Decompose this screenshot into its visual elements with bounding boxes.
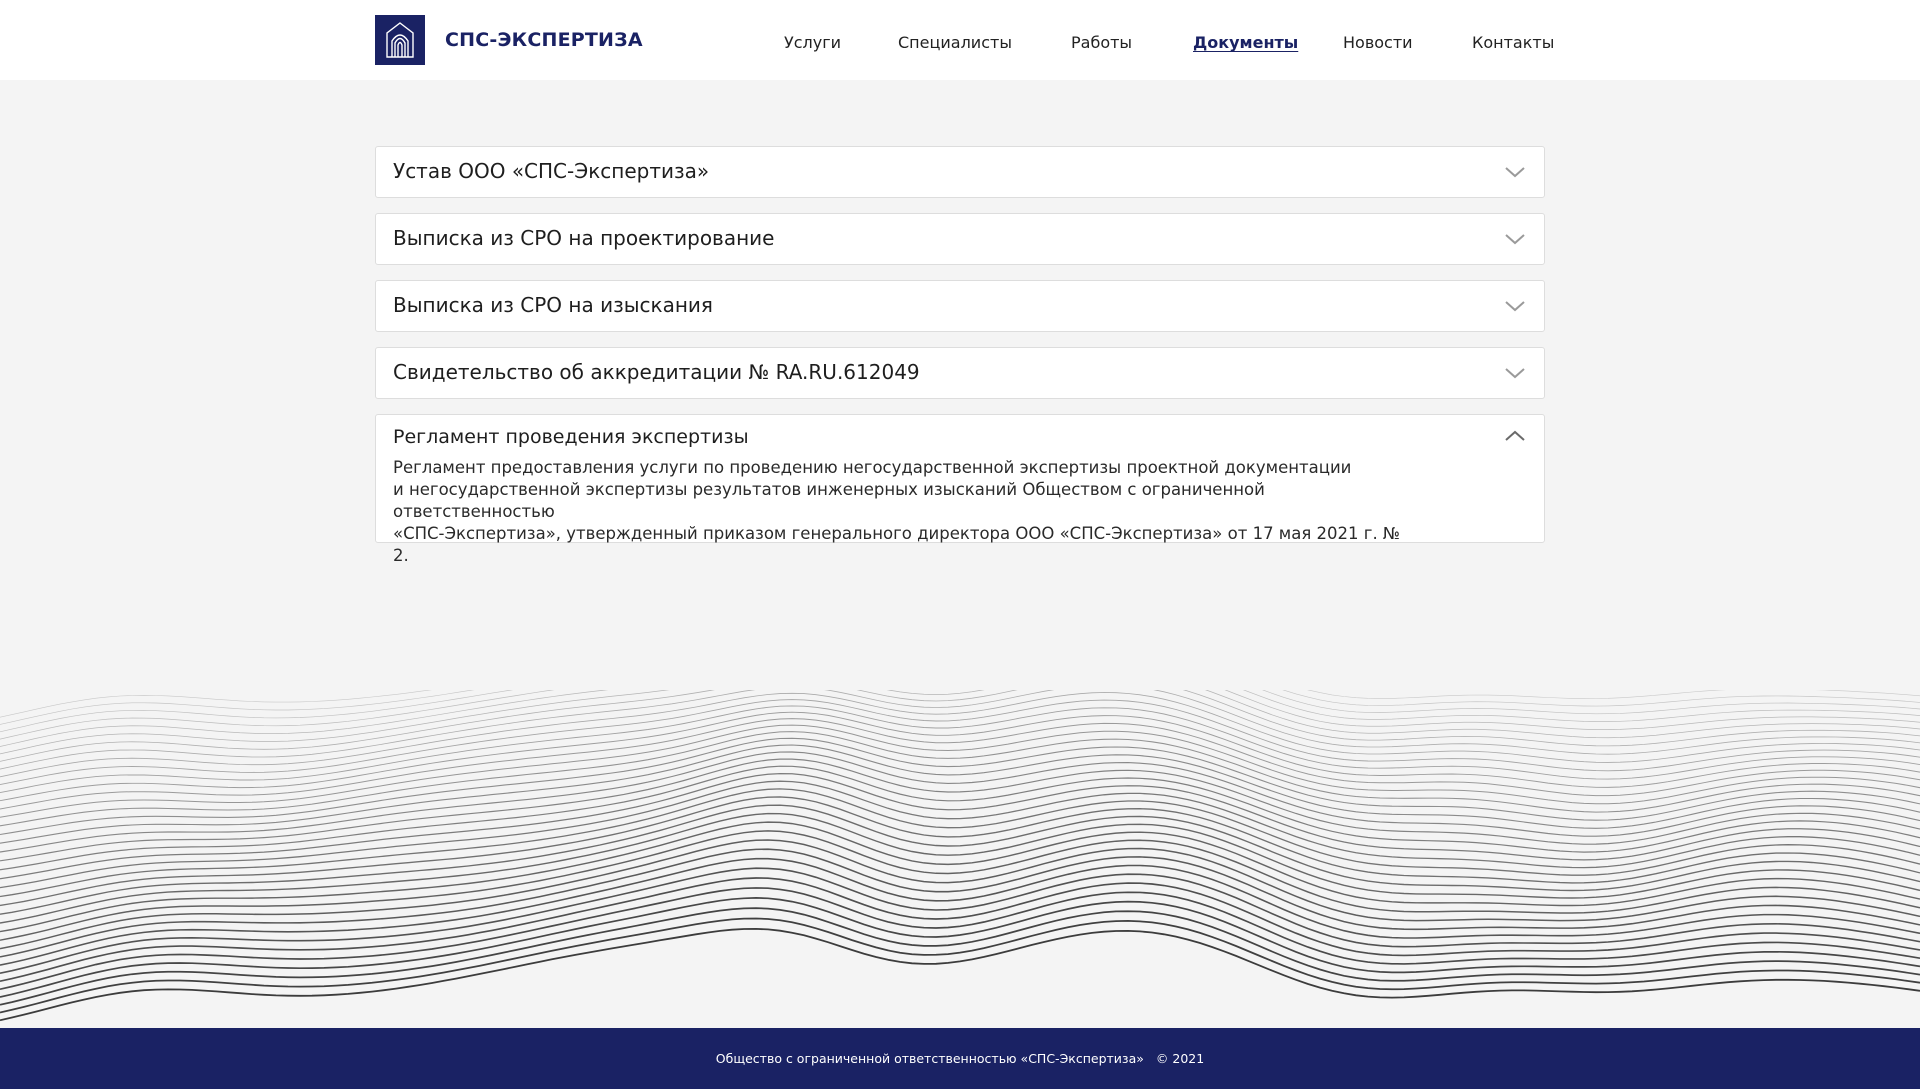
accordion-item-title: Выписка из СРО на проектирование: [393, 226, 775, 250]
site-footer: Общество с ограниченной ответственностью…: [0, 1028, 1920, 1089]
accordion-item-title: Выписка из СРО на изыскания: [393, 293, 713, 317]
mountain-contour-line: [0, 690, 1920, 747]
chevron-down-icon[interactable]: [1504, 232, 1526, 246]
main-nav: Услуги Специалисты Работы Документы Ново…: [0, 0, 1920, 80]
accordion-item-title: Устав ООО «СПС-Экспертиза»: [393, 159, 710, 183]
nav-item-news[interactable]: Новости: [1343, 33, 1413, 52]
chevron-up-icon[interactable]: [1504, 429, 1526, 443]
nav-item-specialists[interactable]: Специалисты: [898, 33, 1012, 52]
accordion-item-title: Свидетельство об аккредитации № RA.RU.61…: [393, 360, 920, 384]
mountain-contour-line: [0, 780, 1920, 889]
mountain-contour-line: [0, 690, 1920, 725]
mountain-contour-line: [0, 705, 1920, 794]
footer-company: Общество с ограниченной ответственностью…: [715, 1051, 1144, 1066]
page: СПС-ЭКСПЕРТИЗА Услуги Специалисты Работы…: [0, 0, 1920, 1089]
chevron-down-icon[interactable]: [1504, 299, 1526, 313]
body-line: Регламент предоставления услуги по прове…: [393, 458, 1352, 477]
accordion-item-accreditation[interactable]: Свидетельство об аккредитации № RA.RU.61…: [375, 347, 1545, 399]
mountain-contour-line: [0, 812, 1920, 924]
accordion-item-regulation[interactable]: Регламент проведения экспертизы Регламен…: [375, 414, 1545, 565]
mountain-contour-line: [0, 867, 1920, 974]
footer-copyright: © 2021: [1155, 1051, 1205, 1066]
nav-item-contacts[interactable]: Контакты: [1472, 33, 1554, 52]
mountains-illustration: [0, 690, 1920, 1022]
nav-item-works[interactable]: Работы: [1071, 33, 1132, 52]
accordion-item-sro-design[interactable]: Выписка из СРО на проектирование: [375, 213, 1545, 265]
nav-item-documents[interactable]: Документы: [1193, 33, 1298, 52]
accordion-item-charter[interactable]: Устав ООО «СПС-Экспертиза»: [375, 146, 1545, 198]
site-header: СПС-ЭКСПЕРТИЗА Услуги Специалисты Работы…: [0, 0, 1920, 80]
accordion-item-title: Регламент проведения экспертизы: [393, 426, 749, 448]
nav-item-services[interactable]: Услуги: [784, 33, 841, 52]
body-line: и негосударственной экспертизы результат…: [393, 480, 1265, 521]
documents-accordion: Устав ООО «СПС-Экспертиза» Выписка из СР…: [375, 146, 1545, 565]
mountain-contour-line: [0, 927, 1920, 1022]
chevron-down-icon[interactable]: [1504, 165, 1526, 179]
accordion-item-sro-survey[interactable]: Выписка из СРО на изыскания: [375, 280, 1545, 332]
chevron-down-icon[interactable]: [1504, 366, 1526, 380]
body-line: «СПС-Экспертиза», утвержденный приказом …: [393, 524, 1401, 565]
accordion-item-body: Регламент предоставления услуги по прове…: [393, 457, 1413, 567]
